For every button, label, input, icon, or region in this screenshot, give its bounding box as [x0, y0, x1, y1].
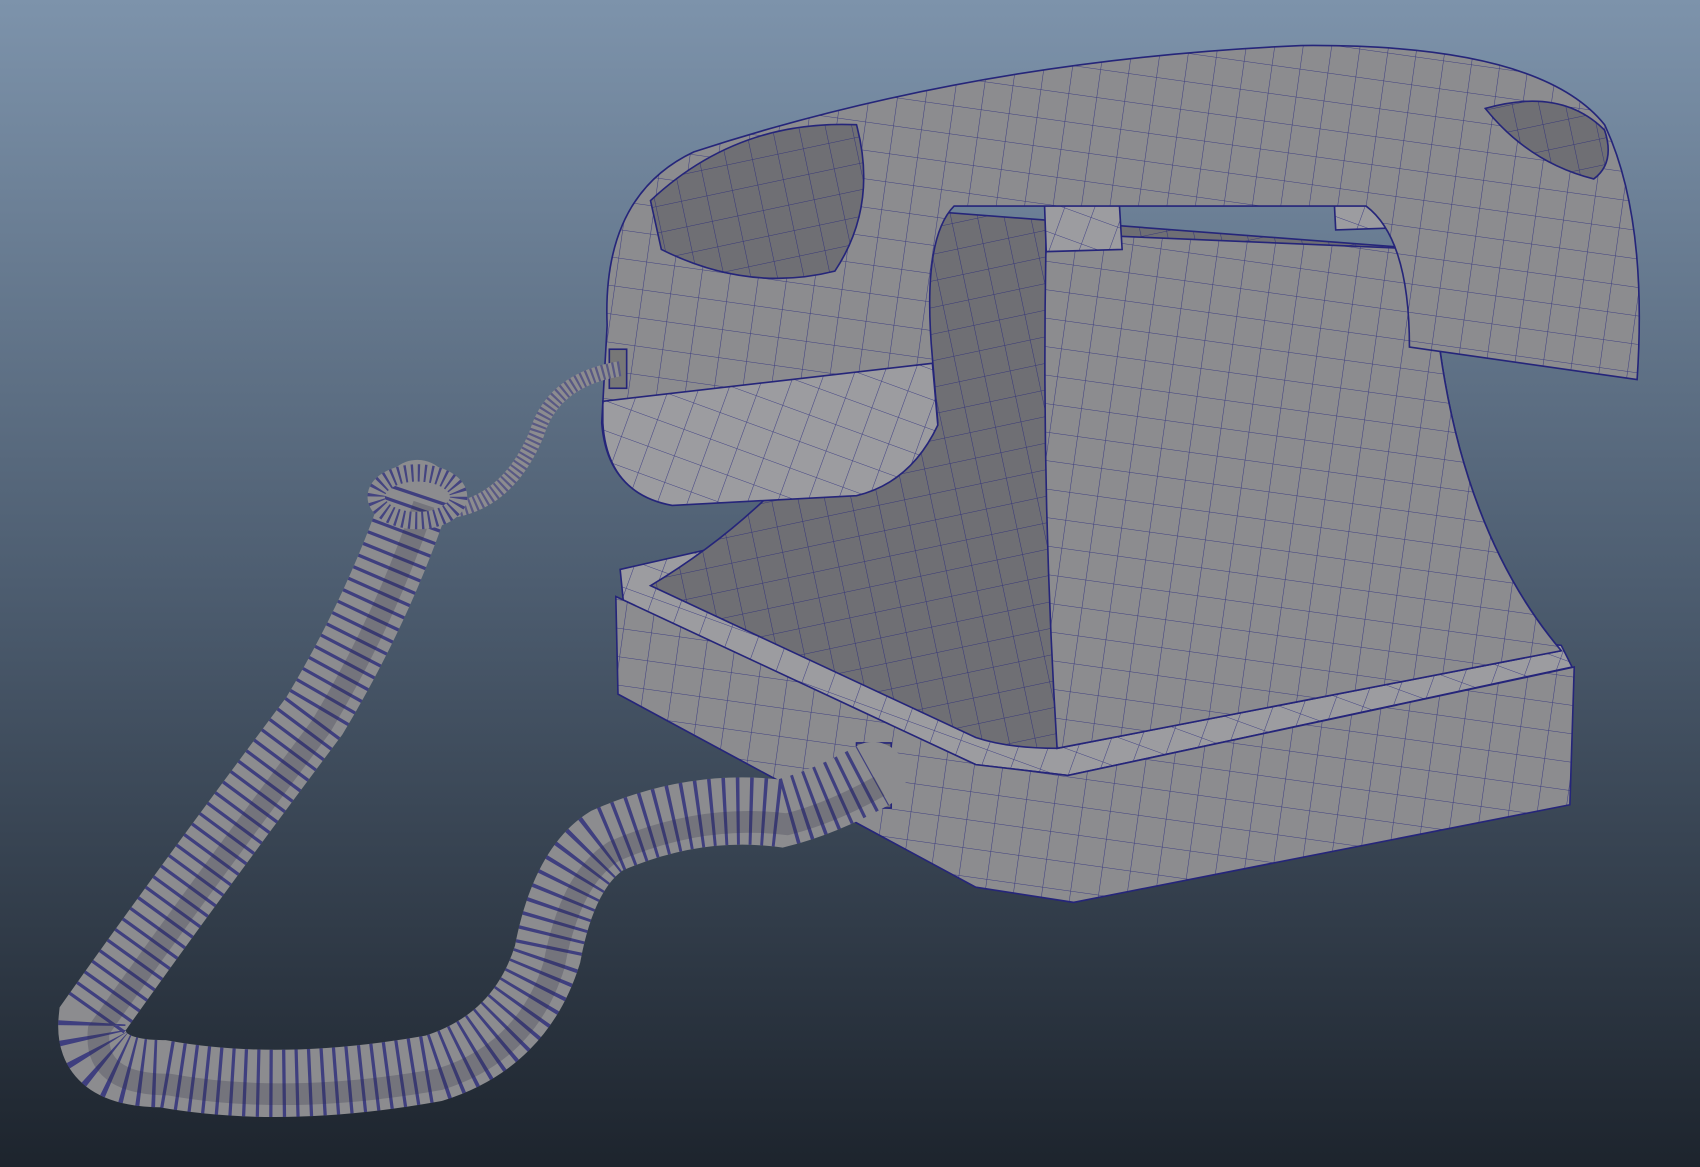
- viewport-render: [0, 0, 1700, 1167]
